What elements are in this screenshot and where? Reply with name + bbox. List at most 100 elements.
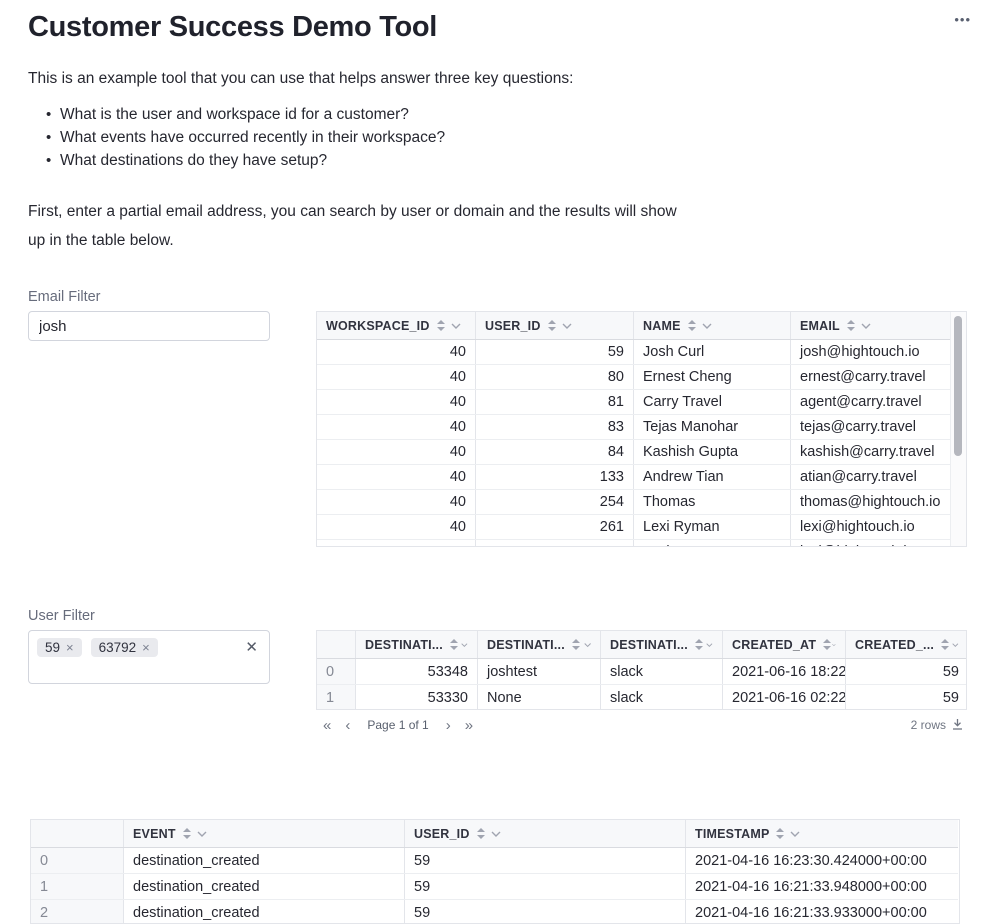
pagination-bar: « ‹ Page 1 of 1 › » 2 rows [316, 714, 967, 736]
column-header[interactable]: WORKSPACE_ID [317, 312, 476, 339]
index-cell: 0 [317, 659, 356, 684]
email-filter-input[interactable] [28, 311, 270, 341]
table-header-row: EVENTUSER_IDTIMESTAMP [31, 820, 958, 848]
chevron-down-icon[interactable] [584, 642, 591, 648]
prev-page-icon[interactable]: ‹ [338, 717, 357, 734]
next-page-icon[interactable]: › [439, 717, 458, 734]
remove-tag-icon[interactable]: × [66, 640, 74, 655]
sort-icon[interactable] [450, 639, 455, 650]
table-cell: lexi@hightouch.io [791, 540, 951, 547]
table-cell: Josh Curl [634, 340, 791, 364]
sort-icon[interactable] [183, 828, 191, 839]
table-cell: 40 [317, 540, 476, 547]
table-cell: lexi@hightouch.io [791, 515, 951, 539]
chevron-down-icon[interactable] [861, 323, 871, 329]
table-cell: ernest@carry.travel [791, 365, 951, 389]
list-item: What is the user and workspace id for a … [46, 103, 445, 126]
column-header[interactable]: TIMESTAMP [686, 820, 958, 847]
table-cell: destination_created [124, 900, 405, 924]
column-header[interactable]: DESTINATI... [601, 631, 723, 658]
column-header[interactable]: CREATED_... [846, 631, 967, 658]
table-cell: Ernest Cheng [634, 365, 791, 389]
table-cell: slack [601, 685, 723, 710]
chevron-down-icon[interactable] [706, 642, 713, 648]
app: Customer Success Demo Tool ••• This is a… [0, 0, 989, 912]
question-list: What is the user and workspace id for a … [46, 103, 445, 172]
sort-icon[interactable] [437, 320, 445, 331]
index-column-header [31, 820, 124, 847]
table-row: 2destination_created592021-04-16 16:21:3… [31, 900, 958, 924]
chevron-down-icon[interactable] [491, 831, 501, 837]
sort-icon[interactable] [688, 320, 696, 331]
table-row: 1destination_created592021-04-16 16:21:3… [31, 874, 958, 900]
column-header[interactable]: NAME [634, 312, 791, 339]
last-page-icon[interactable]: » [458, 717, 480, 734]
column-header[interactable]: EMAIL [791, 312, 951, 339]
column-header[interactable]: EVENT [124, 820, 405, 847]
user-filter-multiselect[interactable]: 59 × 63792 × ✕ [28, 630, 270, 684]
table-cell: 80 [476, 365, 634, 389]
remove-tag-icon[interactable]: × [142, 640, 150, 655]
table-cell: Lexi Ryman [634, 540, 791, 547]
scrollbar-thumb[interactable] [954, 316, 962, 456]
table-header-row: DESTINATI...DESTINATI...DESTINATI...CREA… [317, 631, 967, 659]
index-cell: 1 [31, 874, 124, 899]
table-cell: Tejas Manohar [634, 415, 791, 439]
sort-icon[interactable] [548, 320, 556, 331]
overflow-menu-icon[interactable]: ••• [954, 14, 971, 26]
table-cell: 81 [476, 390, 634, 414]
table-cell: destination_created [124, 848, 405, 873]
scrollbar-track [950, 312, 966, 547]
email-filter-label: Email Filter [28, 289, 101, 305]
chevron-down-icon[interactable] [952, 642, 959, 648]
table-cell: 40 [317, 340, 476, 364]
column-header[interactable]: DESTINATI... [356, 631, 478, 658]
table-cell: 59 [405, 874, 686, 899]
page-title: Customer Success Demo Tool [28, 11, 437, 44]
table-cell: 40 [317, 365, 476, 389]
chevron-down-icon[interactable] [832, 642, 836, 648]
table-row: 4080Ernest Chengernest@carry.travel [317, 365, 951, 390]
list-item: What events have occurred recently in th… [46, 126, 445, 149]
table-cell: None [478, 685, 601, 710]
sort-icon[interactable] [695, 639, 700, 650]
table-row: 4059Josh Curljosh@hightouch.io [317, 340, 951, 365]
table-cell: 83 [476, 415, 634, 439]
column-header[interactable]: CREATED_AT [723, 631, 846, 658]
chevron-down-icon[interactable] [562, 323, 572, 329]
chevron-down-icon[interactable] [197, 831, 207, 837]
sort-icon[interactable] [572, 639, 578, 650]
sort-icon[interactable] [477, 828, 485, 839]
table-cell: 53330 [356, 685, 478, 710]
table-cell: Lexi Ryman [634, 515, 791, 539]
table-cell: 59 [846, 685, 967, 710]
table-cell: Kashish Gupta [634, 440, 791, 464]
table-cell: 59 [405, 848, 686, 873]
chevron-down-icon[interactable] [790, 831, 800, 837]
column-header[interactable]: DESTINATI... [478, 631, 601, 658]
sort-icon[interactable] [823, 639, 826, 650]
sort-icon[interactable] [776, 828, 784, 839]
download-icon[interactable] [952, 718, 963, 733]
table-cell: 40 [317, 390, 476, 414]
destinations-table: DESTINATI...DESTINATI...DESTINATI...CREA… [316, 630, 967, 710]
table-cell: destination_created [124, 874, 405, 899]
table-cell: 40 [317, 465, 476, 489]
chevron-down-icon[interactable] [461, 642, 468, 648]
sort-icon[interactable] [941, 639, 946, 650]
chevron-down-icon[interactable] [702, 323, 712, 329]
user-filter-label: User Filter [28, 608, 95, 624]
table-cell: 133 [476, 465, 634, 489]
column-header[interactable]: USER_ID [405, 820, 686, 847]
table-cell: 53348 [356, 659, 478, 684]
table-cell: 59 [846, 659, 967, 684]
clear-all-icon[interactable]: ✕ [245, 638, 258, 656]
table-cell: slack [601, 659, 723, 684]
table-header-row: WORKSPACE_IDUSER_IDNAMEEMAIL [317, 312, 951, 340]
first-page-icon[interactable]: « [316, 717, 338, 734]
sort-icon[interactable] [847, 320, 855, 331]
table-cell: Thomas [634, 490, 791, 514]
column-header[interactable]: USER_ID [476, 312, 634, 339]
chevron-down-icon[interactable] [451, 323, 461, 329]
index-cell: 0 [31, 848, 124, 873]
